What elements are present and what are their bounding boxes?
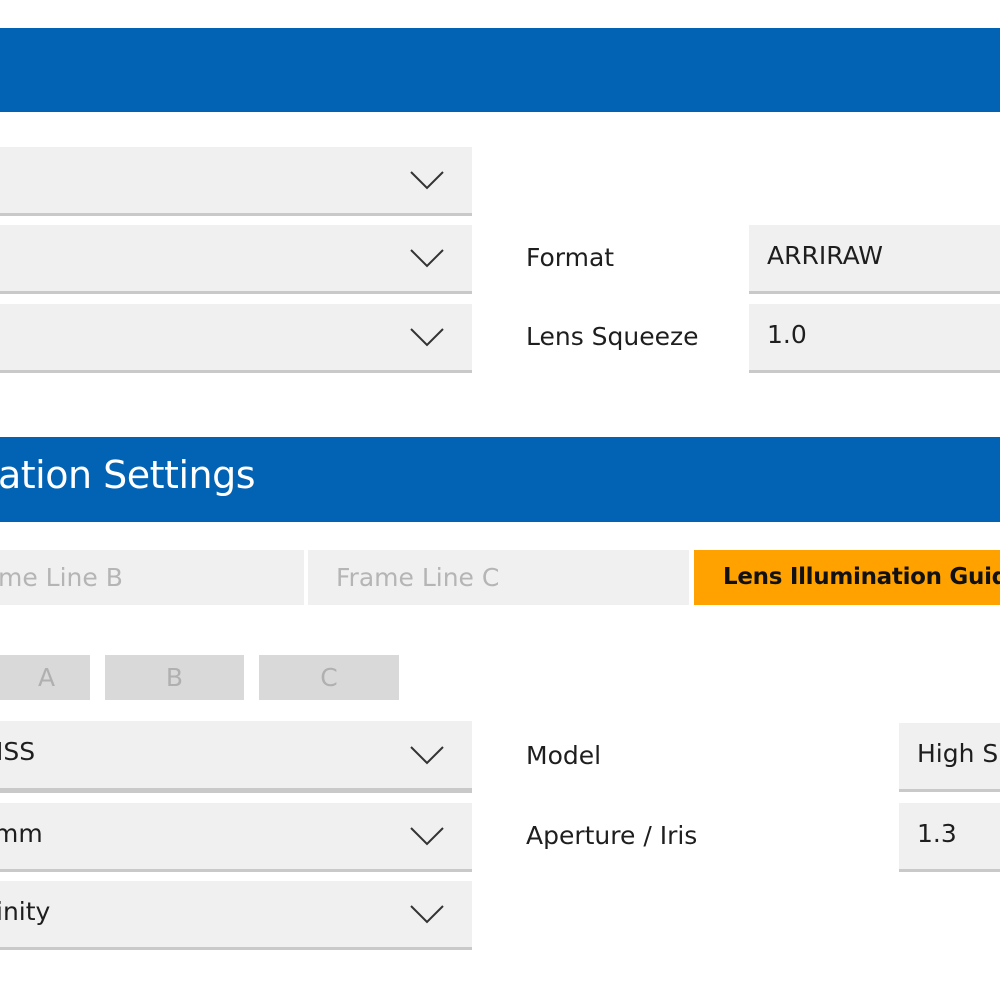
aperture-value: 1.3	[917, 819, 957, 848]
section-header-top	[0, 28, 1000, 112]
aperture-field: 1.3	[899, 803, 1000, 872]
chevron-down-icon	[410, 328, 444, 347]
chevron-down-icon	[410, 249, 444, 268]
model-label: Model	[526, 741, 602, 770]
lens-squeeze-field: 1.0	[749, 304, 1000, 373]
format-label: Format	[526, 243, 615, 272]
chevron-down-icon	[410, 171, 444, 190]
section-header-illumination: ation Settings	[0, 437, 1000, 522]
camera-select[interactable]	[0, 147, 472, 216]
tab-label: me Line B	[0, 563, 123, 592]
frame-line-b-button[interactable]: B	[105, 655, 244, 700]
lens-squeeze-label: Lens Squeeze	[526, 322, 699, 351]
focal-length-value: mm	[0, 819, 43, 848]
frame-line-a-button[interactable]: A	[0, 655, 90, 700]
model-field: High Sp	[899, 723, 1000, 792]
lens-squeeze-value: 1.0	[767, 320, 807, 349]
sensor-mode-select[interactable]	[0, 225, 472, 294]
tab-lens-illumination-guide[interactable]: Lens Illumination Guide	[694, 550, 1000, 605]
resolution-select[interactable]	[0, 304, 472, 373]
lens-manufacturer-select[interactable]: ISS	[0, 721, 472, 793]
format-value: ARRIRAW	[767, 241, 884, 270]
tab-label: Lens Illumination Guide	[723, 564, 1000, 590]
tab-frame-line-b[interactable]: me Line B	[0, 550, 304, 605]
tab-label: Frame Line C	[336, 563, 500, 592]
chevron-down-icon	[410, 745, 444, 764]
focal-length-select[interactable]: mm	[0, 803, 472, 872]
chevron-down-icon	[410, 905, 444, 924]
chevron-down-icon	[410, 827, 444, 846]
focus-distance-select[interactable]: inity	[0, 881, 472, 950]
format-field: ARRIRAW	[749, 225, 1000, 294]
aperture-label: Aperture / Iris	[526, 821, 698, 850]
frame-line-c-button[interactable]: C	[259, 655, 399, 700]
tab-frame-line-c[interactable]: Frame Line C	[308, 550, 689, 605]
model-value: High Sp	[917, 739, 1000, 768]
focus-distance-value: inity	[0, 897, 51, 926]
section-title-illumination: ation Settings	[0, 453, 256, 497]
lens-manufacturer-value: ISS	[0, 737, 36, 766]
